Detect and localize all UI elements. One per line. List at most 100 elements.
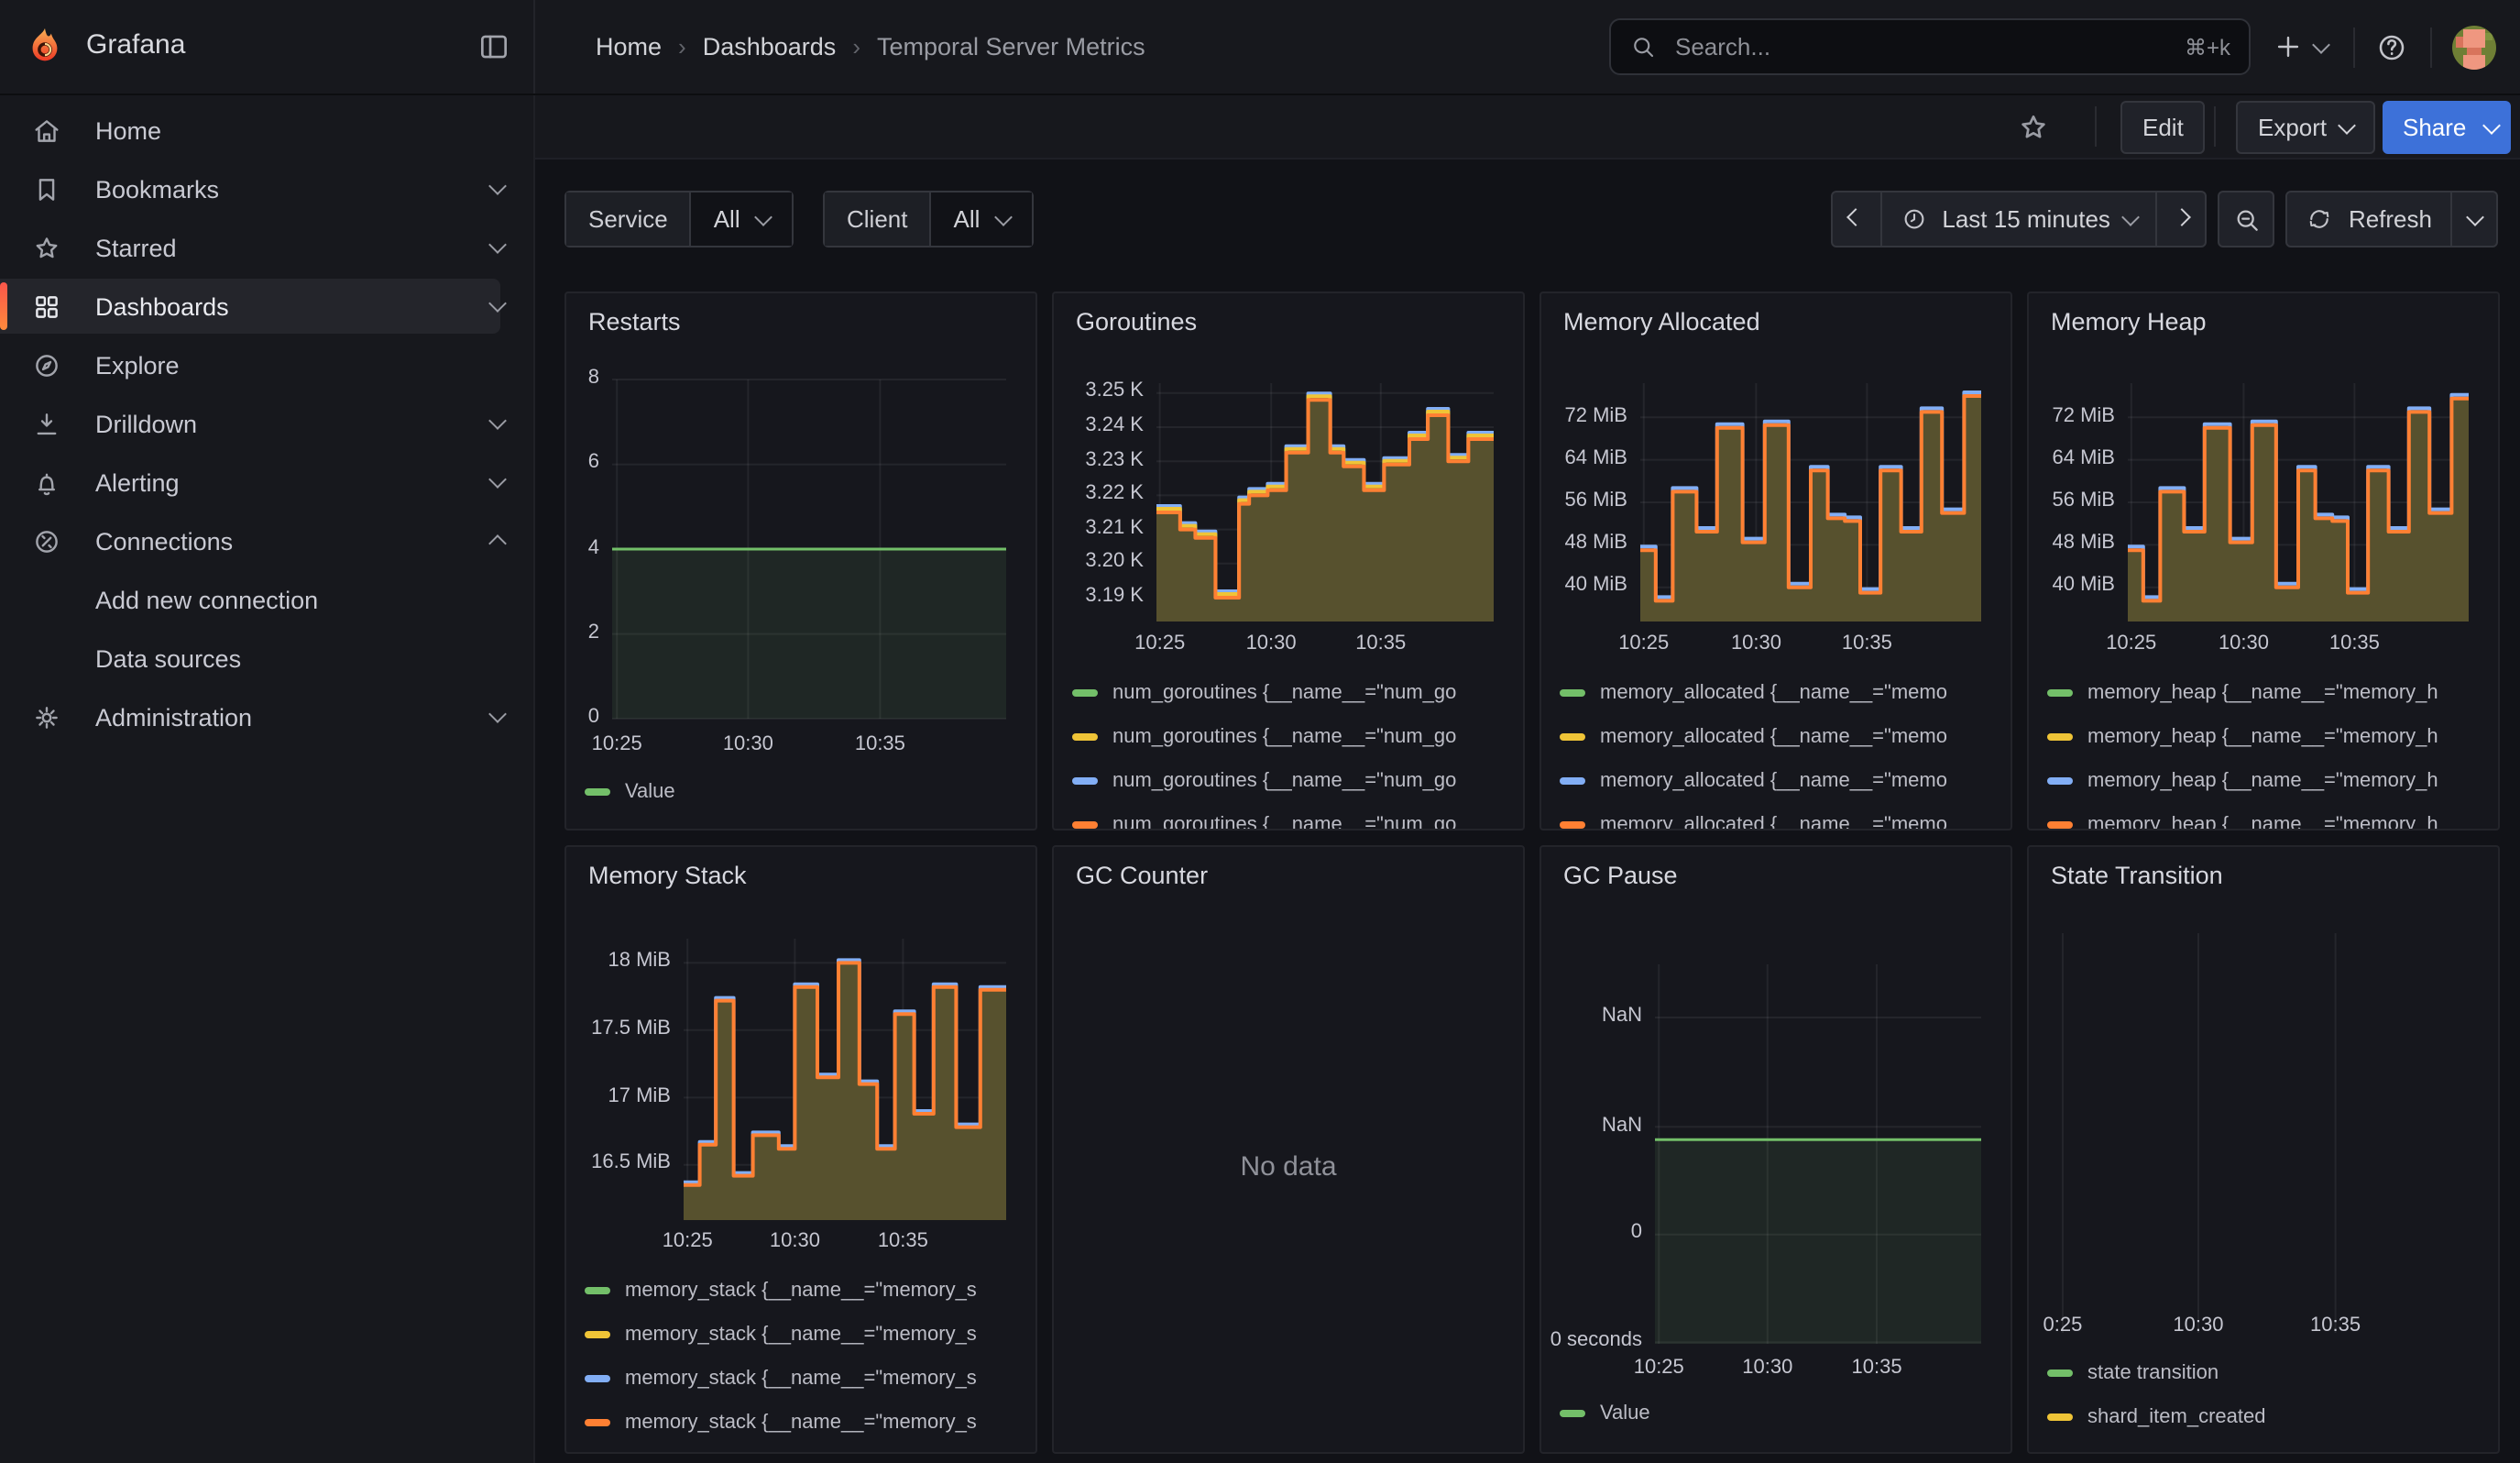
legend-item[interactable]: state transition <box>2047 1358 2489 1388</box>
sidebar-item-drilldown[interactable]: Drilldown <box>0 396 533 451</box>
sidebar-toggle-icon[interactable] <box>477 29 511 64</box>
divider <box>2214 106 2216 147</box>
sidebar-item-label: Home <box>95 116 161 144</box>
chevron-up-icon[interactable] <box>488 534 507 553</box>
legend-item[interactable]: num_goroutines {__name__="num_go <box>1072 678 1514 708</box>
chart-plot[interactable] <box>2128 383 2469 622</box>
sidebar-item-dashboards[interactable]: Dashboards <box>0 279 500 334</box>
sidebar-item-data-sources[interactable]: Data sources <box>0 631 533 686</box>
chevron-down-icon[interactable] <box>488 470 507 489</box>
legend-item[interactable]: memory_allocated {__name__="memo <box>1560 722 2001 752</box>
legend-item[interactable]: memory_stack {__name__="memory_s <box>585 1276 1026 1305</box>
sidebar-item-bookmarks[interactable]: Bookmarks <box>0 161 533 216</box>
legend-color-swatch <box>1072 689 1098 697</box>
sidebar-item-add-new-connection[interactable]: Add new connection <box>0 572 533 627</box>
y-axis-label: 3.25 K <box>1052 380 1144 402</box>
sidebar-item-label: Connections <box>95 527 233 555</box>
service-variable-dropdown[interactable]: Service All <box>564 191 794 248</box>
breadcrumb-dashboards[interactable]: Dashboards <box>703 33 837 60</box>
sidebar-item-label: Starred <box>95 234 177 261</box>
legend-item[interactable]: Value <box>585 777 1026 807</box>
legend-item[interactable]: num_goroutines {__name__="num_go <box>1072 810 1514 830</box>
add-button[interactable] <box>2273 31 2304 62</box>
x-axis-label: 10:35 <box>1355 632 1406 654</box>
y-axis-label: 48 MiB <box>2027 532 2115 554</box>
y-axis-label: NaN <box>1539 1114 1642 1136</box>
sidebar-item-alerting[interactable]: Alerting <box>0 455 533 510</box>
legend-item[interactable]: memory_stack {__name__="memory_s <box>585 1364 1026 1393</box>
legend-item[interactable]: num_goroutines {__name__="num_go <box>1072 722 1514 752</box>
legend-item[interactable]: memory_heap {__name__="memory_h <box>2047 678 2489 708</box>
bell-icon <box>31 467 62 498</box>
grafana-logo-icon[interactable] <box>24 26 66 68</box>
y-axis-label: 3.19 K <box>1052 585 1144 607</box>
x-axis-label: 10:35 <box>878 1230 928 1252</box>
legend-item[interactable]: memory_allocated {__name__="memo <box>1560 766 2001 796</box>
time-range-back-button[interactable] <box>1832 192 1879 246</box>
chevron-left-icon <box>1846 207 1865 226</box>
refresh-button[interactable]: Refresh <box>2288 192 2450 246</box>
legend-color-swatch <box>585 1419 610 1426</box>
breadcrumb-home[interactable]: Home <box>596 33 662 60</box>
chart-plot[interactable] <box>2027 933 2476 1333</box>
chart-plot[interactable] <box>1655 964 1981 1344</box>
home-icon <box>31 115 62 146</box>
chevron-down-icon[interactable] <box>488 294 507 313</box>
legend-item[interactable]: num_goroutines {__name__="num_go <box>1072 766 1514 796</box>
legend-item[interactable]: memory_stack {__name__="memory_s <box>585 1320 1026 1349</box>
search-input[interactable] <box>1671 31 2170 62</box>
x-axis-label: 10:30 <box>1246 632 1297 654</box>
grafana-app: Grafana Home › Dashboards › Temporal Ser… <box>0 0 2520 1463</box>
chevron-right-icon <box>2173 207 2191 226</box>
sidebar-item-starred[interactable]: Starred <box>0 220 533 275</box>
chevron-down-icon[interactable] <box>488 236 507 254</box>
legend-item[interactable]: shard_item_created <box>2047 1402 2489 1432</box>
legend-color-swatch <box>585 1287 610 1294</box>
legend-label: num_goroutines {__name__="num_go <box>1112 726 1456 748</box>
panel-restarts: Restarts 8642010:2510:3010:35Value <box>564 292 1037 830</box>
chevron-down-icon[interactable] <box>488 705 507 723</box>
help-button[interactable] <box>2375 31 2408 64</box>
chevron-down-icon <box>994 207 1013 226</box>
legend-label: memory_stack {__name__="memory_s <box>625 1280 977 1302</box>
divider <box>2353 28 2355 68</box>
chart-plot[interactable] <box>1156 383 1494 622</box>
chart-plot[interactable] <box>684 939 1006 1220</box>
y-axis-label: 0 <box>1539 1222 1642 1244</box>
legend-item[interactable]: memory_heap {__name__="memory_h <box>2047 722 2489 752</box>
edit-button[interactable]: Edit <box>2120 101 2206 154</box>
sidebar-item-explore[interactable]: Explore <box>0 337 533 392</box>
chart-plot[interactable] <box>612 380 1006 719</box>
legend-label: Value <box>625 781 675 803</box>
zoom-out-button[interactable] <box>2220 192 2273 246</box>
x-axis-label: 0:25 <box>2043 1314 2083 1336</box>
sidebar-item-home[interactable]: Home <box>0 103 533 158</box>
chart-plot[interactable] <box>1640 383 1981 622</box>
share-button-label: Share <box>2403 114 2466 141</box>
favorite-button[interactable] <box>2016 110 2051 145</box>
chevron-down-icon[interactable] <box>488 177 507 195</box>
search-box[interactable]: ⌘+k <box>1609 18 2251 75</box>
add-menu-chevron-down-icon[interactable] <box>2312 36 2330 54</box>
legend-item[interactable]: memory_heap {__name__="memory_h <box>2047 766 2489 796</box>
refresh-interval-dropdown[interactable] <box>2450 192 2496 246</box>
legend-item[interactable]: memory_allocated {__name__="memo <box>1560 810 2001 830</box>
top-nav: Grafana Home › Dashboards › Temporal Ser… <box>0 0 2520 95</box>
breadcrumb-separator: › <box>678 33 686 60</box>
client-variable-dropdown[interactable]: Client All <box>823 191 1033 248</box>
refresh-icon <box>2306 205 2334 233</box>
time-range-picker[interactable]: Last 15 minutes <box>1879 192 2156 246</box>
legend-item[interactable]: Value <box>1560 1399 2001 1428</box>
x-axis-label: 10:35 <box>2310 1314 2361 1336</box>
export-button[interactable]: Export <box>2236 101 2374 154</box>
chevron-down-icon[interactable] <box>488 412 507 430</box>
sidebar-item-connections[interactable]: Connections <box>0 513 533 568</box>
legend-item[interactable]: memory_stack {__name__="memory_s <box>585 1408 1026 1437</box>
user-avatar[interactable] <box>2452 26 2496 70</box>
legend-item[interactable]: memory_allocated {__name__="memo <box>1560 678 2001 708</box>
share-menu-button[interactable] <box>2471 101 2511 154</box>
legend-label: num_goroutines {__name__="num_go <box>1112 770 1456 792</box>
legend-item[interactable]: memory_heap {__name__="memory_h <box>2047 810 2489 830</box>
sidebar-item-administration[interactable]: Administration <box>0 689 533 744</box>
time-range-forward-button[interactable] <box>2156 192 2206 246</box>
